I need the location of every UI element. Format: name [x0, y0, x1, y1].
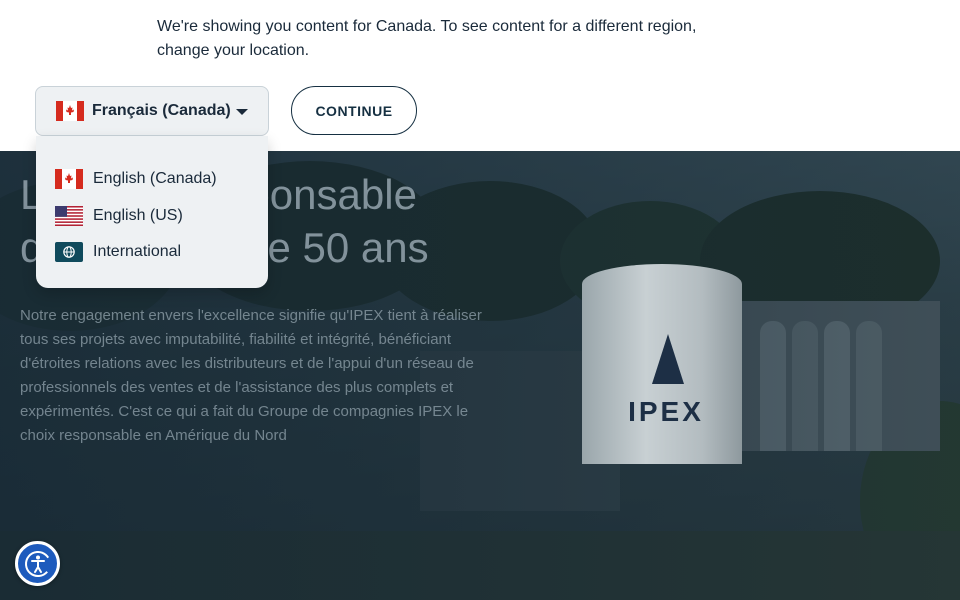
canada-flag-icon [56, 101, 84, 121]
language-dropdown-menu: English (Canada) English (US) Internatio… [36, 136, 268, 288]
us-flag-icon [55, 205, 83, 226]
language-option-international[interactable]: International [36, 234, 268, 271]
language-option-label: International [93, 243, 182, 261]
accessibility-icon [24, 550, 51, 577]
language-option-english-canada[interactable]: English (Canada) [36, 161, 268, 198]
hero-body-text: Notre engagement envers l'excellence sig… [20, 307, 482, 444]
language-option-english-us[interactable]: English (US) [36, 198, 268, 235]
region-notice-line-1: We're showing you content for Canada. To… [157, 18, 697, 35]
language-option-label: English (Canada) [93, 170, 217, 188]
language-option-label: English (US) [93, 206, 183, 224]
canada-flag-icon [55, 169, 83, 190]
ipex-logo-mark [652, 334, 684, 384]
caret-down-icon [236, 109, 248, 115]
silo-brand-text: IPEX [628, 396, 704, 427]
globe-icon [55, 242, 83, 263]
continue-button[interactable]: CONTINUE [291, 86, 417, 135]
accessibility-button[interactable] [15, 541, 60, 586]
language-select-value: Français (Canada) [92, 102, 231, 119]
language-select[interactable]: Français (Canada) [35, 86, 269, 136]
region-notice: We're showing you content for Canada. To… [157, 15, 757, 63]
region-notice-line-2: change your location. [157, 42, 310, 59]
